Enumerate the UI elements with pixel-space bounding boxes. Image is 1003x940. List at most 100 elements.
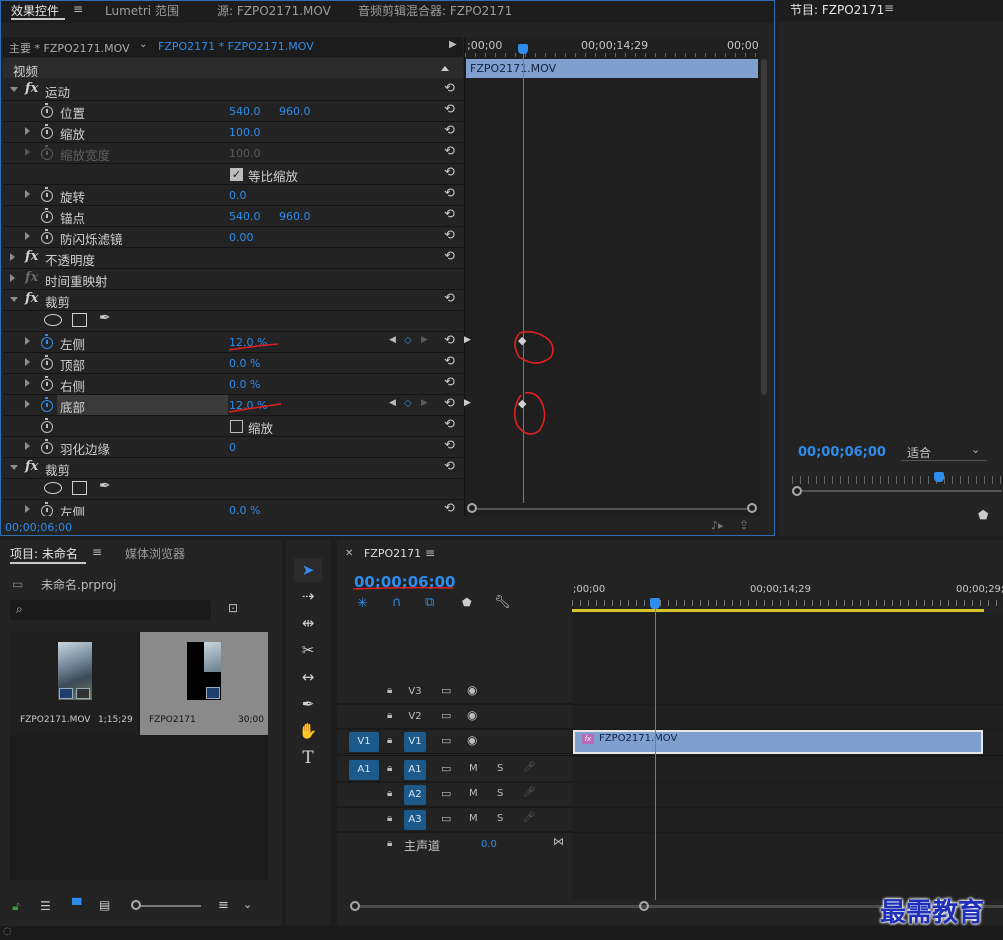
fit-dropdown[interactable]: 适合 ⌄: [901, 443, 987, 461]
program-timecode[interactable]: 00;00;06;00: [798, 445, 886, 460]
track-target-v1[interactable]: V1: [404, 732, 426, 752]
eye-icon[interactable]: ◉: [467, 683, 477, 697]
nest-icon[interactable]: ✳: [357, 596, 368, 611]
tab-lumetri-scopes[interactable]: Lumetri 范围: [105, 2, 179, 19]
hand-tool-icon[interactable]: ✋: [294, 719, 322, 743]
program-viewer[interactable]: [778, 22, 1003, 434]
scroll-handle-right[interactable]: [747, 503, 757, 513]
program-monitor: 节目: FZPO2171 ≡ 00;00;06;00 适合 ⌄ ⬟: [778, 0, 1003, 536]
source-patch-a1[interactable]: A1: [349, 760, 379, 780]
track-target-a1[interactable]: A1: [404, 760, 426, 780]
icon-view-icon[interactable]: ▀: [72, 898, 81, 912]
sequence-clip-label[interactable]: FZPO2171 * FZPO2171.MOV: [158, 40, 314, 53]
microphone-icon[interactable]: 🎤︎: [523, 812, 536, 823]
sync-lock-icon[interactable]: ▭: [441, 787, 451, 800]
pen-tool-icon[interactable]: ✒: [294, 692, 322, 716]
work-area-bar[interactable]: [572, 609, 984, 612]
new-bin-icon[interactable]: ⊡: [228, 601, 238, 615]
track-target-v2[interactable]: V2: [404, 707, 426, 727]
master-clip-label[interactable]: 主要 * FZPO2171.MOV: [9, 40, 130, 56]
chevron-down-icon[interactable]: ⌄: [243, 898, 252, 911]
sync-lock-icon[interactable]: ▭: [441, 684, 451, 697]
sync-lock-icon[interactable]: ▭: [441, 709, 451, 722]
linked-selection-icon[interactable]: ⧉: [425, 595, 434, 610]
scroll-handle-left[interactable]: [467, 503, 477, 513]
export-frame-icon[interactable]: ⇪: [739, 518, 749, 532]
program-scroll-handle[interactable]: [792, 486, 802, 496]
lock-icon[interactable]: 🔒︎: [387, 788, 392, 799]
add-marker-icon[interactable]: ⬟: [462, 596, 472, 609]
master-expand-icon[interactable]: ⋈: [553, 835, 564, 848]
microphone-icon[interactable]: 🎤︎: [523, 762, 536, 773]
project-item-selected[interactable]: FZPO2171 30;00: [140, 632, 268, 735]
lock-icon[interactable]: 🔒︎: [387, 685, 392, 696]
lock-icon[interactable]: 🔒︎: [387, 813, 392, 824]
project-search-input[interactable]: ⌕: [10, 600, 211, 620]
expand-timeline-icon[interactable]: ▶: [449, 39, 457, 50]
mute-button[interactable]: M: [469, 813, 478, 824]
effect-timeline[interactable]: ;00;00 00;00;14;29 00;00 FZPO2171.MOV ▶ …: [464, 37, 767, 517]
audio-export-icon[interactable]: ♪▸: [711, 519, 724, 532]
sync-lock-icon[interactable]: ▭: [441, 762, 451, 775]
lock-icon[interactable]: 🔒︎: [387, 735, 392, 746]
track-select-tool-icon[interactable]: ⇢: [294, 584, 322, 608]
effect-timeline-scrollbar[interactable]: [467, 503, 757, 513]
sync-lock-icon[interactable]: ▭: [441, 812, 451, 825]
tab-source[interactable]: 源: FZPO2171.MOV: [217, 2, 331, 19]
vertical-scrollbar[interactable]: [761, 59, 767, 395]
razor-tool-icon[interactable]: ✂: [294, 638, 322, 662]
timeline-clip[interactable]: fx FZPO2171.MOV: [573, 730, 983, 754]
master-track-value[interactable]: 0.0: [481, 839, 497, 850]
lock-icon[interactable]: 🔒︎: [387, 838, 392, 849]
mute-button[interactable]: M: [469, 788, 478, 799]
solo-button[interactable]: S: [497, 813, 503, 824]
project-item[interactable]: FZPO2171.MOV 1;15;29: [10, 632, 138, 735]
eye-icon[interactable]: ◉: [467, 708, 477, 722]
lock-icon[interactable]: 🔒︎: [387, 763, 392, 774]
sequence-tab[interactable]: FZPO2171: [364, 547, 421, 560]
lock-icon[interactable]: 🔒︎: [387, 710, 392, 721]
sync-lock-icon[interactable]: ▭: [441, 734, 451, 747]
microphone-icon[interactable]: 🎤︎: [523, 787, 536, 798]
chevron-down-icon: ⌄: [971, 443, 981, 456]
zoom-slider-handle[interactable]: [131, 900, 141, 910]
tab-project[interactable]: 项目: 未命名: [10, 545, 78, 562]
lock-icon[interactable]: 🔓︎: [12, 899, 20, 914]
project-menu-icon[interactable]: ≡: [92, 545, 102, 559]
freeform-view-icon[interactable]: ▤: [99, 898, 110, 912]
solo-button[interactable]: S: [497, 763, 503, 774]
list-view-icon[interactable]: ☰: [40, 899, 51, 913]
timeline-scroll-handle-left[interactable]: [350, 901, 360, 911]
sort-icon[interactable]: ≡: [218, 898, 229, 913]
snap-icon[interactable]: ∩: [392, 595, 402, 610]
sequence-menu-icon[interactable]: ≡: [425, 546, 435, 560]
track-content-area[interactable]: [572, 613, 1003, 900]
tab-audio-clip-mixer[interactable]: 音频剪辑混合器: FZPO2171: [358, 2, 512, 19]
tab-menu-icon[interactable]: ≡: [73, 2, 83, 16]
track-target-a2[interactable]: A2: [404, 785, 426, 805]
timeline-scroll-handle-right[interactable]: [639, 901, 649, 911]
eye-icon[interactable]: ◉: [467, 733, 477, 747]
marker-icon[interactable]: ⬟: [978, 508, 988, 522]
track-target-v3[interactable]: V3: [404, 682, 426, 702]
slip-tool-icon[interactable]: ↔: [294, 665, 322, 689]
mute-button[interactable]: M: [469, 763, 478, 774]
chevron-down-icon[interactable]: ⌄: [139, 39, 147, 50]
solo-button[interactable]: S: [497, 788, 503, 799]
tab-effect-controls[interactable]: 效果控件: [11, 2, 59, 19]
program-menu-icon[interactable]: ≡: [884, 1, 894, 15]
effect-current-time[interactable]: 00;00;06;00: [5, 521, 72, 534]
program-playhead[interactable]: [934, 472, 944, 482]
selection-tool-icon[interactable]: ➤: [294, 558, 322, 582]
program-ruler[interactable]: [792, 476, 1003, 484]
tab-media-browser[interactable]: 媒体浏览器: [125, 545, 185, 562]
timeline-ruler[interactable]: ;00;00 00;00;14;29 00;00;29;: [572, 580, 1003, 613]
source-patch-v1[interactable]: V1: [349, 732, 379, 752]
ripple-edit-tool-icon[interactable]: ⇹: [294, 611, 322, 635]
close-icon[interactable]: ✕: [345, 548, 353, 559]
type-tool-icon[interactable]: T: [294, 746, 322, 770]
wrench-icon[interactable]: 🔧︎: [494, 595, 511, 610]
zoom-slider[interactable]: [131, 905, 201, 907]
track-target-a3[interactable]: A3: [404, 810, 426, 830]
program-title[interactable]: 节目: FZPO2171: [790, 1, 884, 18]
